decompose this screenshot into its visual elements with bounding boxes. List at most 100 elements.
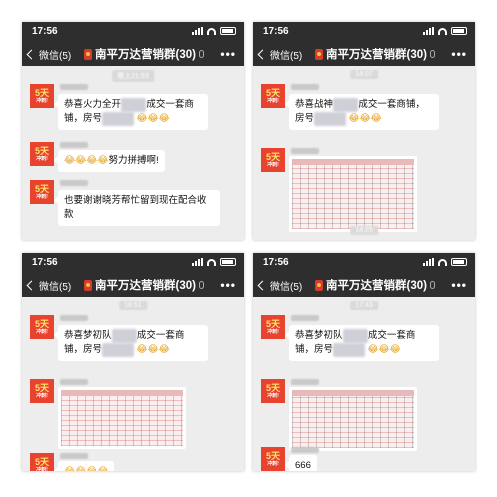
avatar[interactable]: 5天 冲刺! [30,315,54,339]
emoji-row: 😂😂😂 [348,113,382,124]
more-button[interactable]: ••• [220,47,236,61]
redacted-room: XXXXX [333,343,365,357]
sender-name-blurred [60,315,88,321]
avatar[interactable]: 5天 冲刺! [30,84,54,108]
message-bubble[interactable]: 也要谢谢晓芳帮忙留到现在配合收款 [54,190,220,226]
back-button[interactable]: 微信(5) [257,278,303,293]
battery-icon [220,258,236,266]
signal-icon [423,258,434,266]
chat-nav-bar: 微信(5) 南平万达营销群(30) ••• [253,42,475,66]
avatar[interactable]: 5天 冲刺! [30,142,54,166]
emoji-row: 😂😂😂😂 [64,155,109,166]
avatar[interactable]: 5天 冲刺! [30,379,54,403]
chat-screenshot-4: 17:56 微信(5) 南平万达营销群(30) ••• 17:43 5天 冲刺! … [253,253,475,471]
redacted-room: XXXXX [102,343,134,357]
sender-name-blurred [60,180,88,186]
signal-icon [192,27,203,35]
timestamp-blurred: 14:07 [350,70,378,79]
message-text: 恭喜梦初队 [64,330,112,341]
message-bubble[interactable]: 恭喜战神XXXX成交一套商铺，房号XXXXX 😂😂😂 [285,94,439,130]
emoji-row: 😂😂😂😂 [64,466,108,471]
spreadsheet-image [292,390,414,448]
chat-title: 南平万达营销群(30) [315,277,435,293]
chat-title: 南平万达营销群(30) [315,46,435,62]
sender-name-blurred [291,447,319,453]
chat-area: 14:07 5天冲刺! 恭喜战神XXXX成交一套商铺，房号XXXXX 😂😂😂 5… [253,66,475,240]
status-bar: 17:56 [22,22,244,42]
spreadsheet-image [61,390,183,446]
chat-nav-bar: 微信(5) 南平万达营销群(30) ••• [253,273,475,297]
avatar[interactable]: 5天 冲刺! [261,84,285,108]
redacted-name: XXXX [342,329,368,343]
message-bubble[interactable]: 😂😂😂😂 [53,461,115,471]
more-button[interactable]: ••• [220,278,236,292]
chat-title: 南平万达营销群(30) [84,46,204,62]
message-bubble[interactable]: 恭喜梦初队XXXX成交一套商铺，房号XXXXX 😂😂😂 [54,325,208,361]
redacted-name: XXXX [111,329,137,343]
chat-screenshot-1: 17:56 微信(5) 南平万达营销群(30) ••• 晚上21:53 5天 冲刺… [22,22,244,240]
back-button[interactable]: 微信(5) [26,47,72,62]
battery-icon [451,258,467,266]
avatar[interactable]: 5天 冲刺! [261,379,285,403]
sender-name-blurred [291,315,319,321]
chevron-left-icon [26,49,37,60]
message-bubble[interactable]: 恭喜火力全开XXXX成交一套商铺，房号XXXXX 😂😂😂 [54,94,208,130]
chevron-left-icon [257,280,268,291]
emoji-row: 😂😂😂 [367,344,401,355]
message-bubble[interactable]: 😂😂😂😂努力拼搏啊! [54,150,165,172]
chat-area: 晚上21:53 5天冲刺! 恭喜火力全开XXXX成交一套商铺，房号XXXXX 😂… [22,66,244,240]
chevron-left-icon [257,49,268,60]
back-button[interactable]: 微信(5) [26,278,72,293]
chat-title: 南平万达营销群(30) [84,277,204,293]
status-bar: 17:56 [253,253,475,273]
sender-name-blurred [60,379,88,385]
group-title: 南平万达营销群(30) [95,280,196,292]
timestamp-blurred: 17:43 [350,301,378,310]
mute-icon [429,50,435,58]
avatar[interactable]: 5天 冲刺! [261,148,285,172]
timestamp-blurred: 14:25 [350,226,378,235]
more-button[interactable]: ••• [451,278,467,292]
group-title: 南平万达营销群(30) [326,49,427,61]
chat-screenshot-2: 17:56 微信(5) 南平万达营销群(30) ••• 14:07 5天 冲刺! … [253,22,475,240]
emoji-row: 😂😂😂 [136,113,170,124]
more-button[interactable]: ••• [451,47,467,61]
message-text: 恭喜战神 [295,99,334,110]
image-message[interactable] [289,387,417,451]
back-button[interactable]: 微信(5) [257,47,302,62]
status-time: 17:56 [263,26,289,37]
sender-name-blurred [291,148,319,154]
message-bubble[interactable]: 666 [285,455,317,471]
chat-area: 16:51 5天冲刺! 恭喜梦初队XXXX成交一套商铺，房号XXXXX 😂😂😂 … [22,297,244,471]
chat-screenshot-3: 17:56 微信(5) 南平万达营销群(30) ••• 16:51 5天 冲刺! … [22,253,244,471]
mute-icon [198,50,204,58]
red-envelope-icon [315,279,323,291]
redacted-room: XXXXX [102,112,134,126]
signal-icon [192,258,203,266]
sender-name-blurred [60,84,88,90]
back-label: 微信(5) [39,51,72,62]
signal-icon [423,27,434,35]
avatar[interactable]: 5天 冲刺! [30,180,54,204]
timestamp-blurred: 16:51 [119,301,147,310]
image-message[interactable] [58,387,186,449]
chat-nav-bar: 微信(5) 南平万达营销群(30) ••• [22,42,244,66]
avatar[interactable]: 5天 冲刺! [30,453,54,471]
avatar[interactable]: 5天 冲刺! [261,447,285,471]
back-label: 微信(5) [270,282,303,293]
back-label: 微信(5) [39,282,72,293]
chat-nav-bar: 微信(5) 南平万达营销群(30) ••• [22,273,244,297]
redacted-name: XXXX [333,98,359,112]
status-bar: 17:56 [253,22,475,42]
status-time: 17:56 [32,257,58,268]
mute-icon [198,281,204,289]
status-time: 17:56 [32,26,58,37]
avatar[interactable]: 5天 冲刺! [261,315,285,339]
message-bubble[interactable]: 恭喜梦初队XXXX成交一套商铺，房号XXXXX 😂😂😂 [285,325,439,361]
wifi-icon [207,258,216,266]
red-envelope-icon [315,48,323,60]
sender-name-blurred [291,84,319,90]
sender-name-blurred [60,142,88,148]
chevron-left-icon [26,280,37,291]
image-message[interactable] [289,156,417,232]
